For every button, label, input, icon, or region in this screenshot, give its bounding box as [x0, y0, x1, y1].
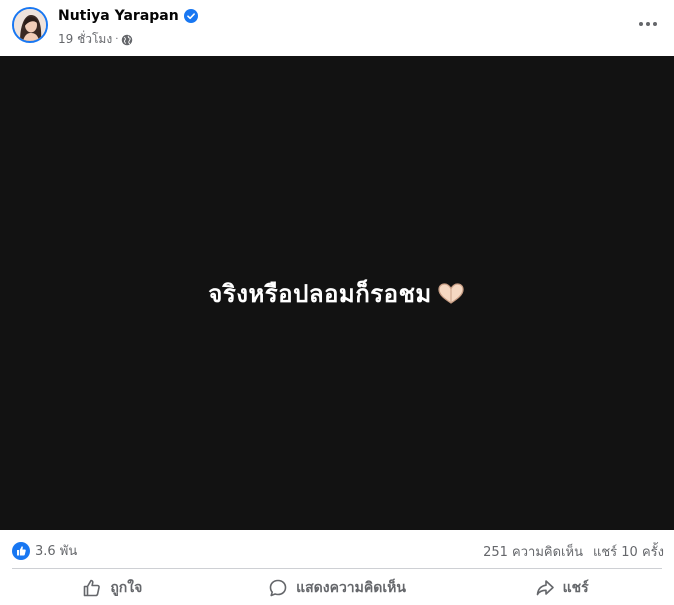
comments-count[interactable]: 251 ความคิดเห็น	[483, 541, 583, 562]
media-caption: จริงหรือปลอมก็รอชม	[208, 274, 465, 313]
post-timestamp[interactable]: 19 ชั่วโมง	[58, 30, 112, 49]
author-avatar[interactable]	[12, 7, 48, 43]
share-label: แชร์	[562, 579, 589, 596]
engagement-counts: 251 ความคิดเห็น แชร์ 10 ครั้ง	[483, 541, 664, 562]
reactions-count: 3.6 พัน	[35, 544, 78, 559]
post-stats: 3.6 พัน 251 ความคิดเห็น แชร์ 10 ครั้ง	[0, 530, 674, 570]
like-reaction-icon	[12, 541, 30, 560]
share-button[interactable]: แชร์	[449, 570, 674, 605]
share-arrow-icon	[536, 579, 554, 595]
author-name[interactable]: Nutiya Yarapan	[58, 8, 179, 24]
comment-button[interactable]: แสดงความคิดเห็น	[225, 570, 450, 605]
thumbs-up-icon	[84, 579, 101, 596]
meta-separator: ·	[115, 34, 119, 45]
like-button[interactable]: ถูกใจ	[0, 570, 225, 605]
actions-divider	[12, 568, 662, 569]
reactions-summary[interactable]: 3.6 พัน	[12, 540, 77, 561]
media-text: จริงหรือปลอมก็รอชม	[208, 279, 432, 308]
comment-bubble-icon	[269, 579, 287, 596]
verified-badge-icon	[183, 9, 198, 23]
post-meta: 19 ชั่วโมง ·	[58, 30, 133, 49]
shares-count[interactable]: แชร์ 10 ครั้ง	[593, 541, 664, 562]
post-actions: ถูกใจ แสดงความคิดเห็น แชร์	[0, 570, 674, 605]
author-row: Nutiya Yarapan	[58, 8, 198, 24]
more-options-icon[interactable]	[636, 14, 660, 34]
post-header: Nutiya Yarapan 19 ชั่วโมง ·	[0, 0, 674, 56]
globe-icon[interactable]	[121, 34, 133, 46]
post-media[interactable]: จริงหรือปลอมก็รอชม	[0, 56, 674, 530]
comment-label: แสดงความคิดเห็น	[296, 579, 406, 596]
heart-hands-emoji-icon	[438, 283, 464, 304]
like-label: ถูกใจ	[110, 579, 143, 596]
avatar-image	[14, 9, 46, 41]
